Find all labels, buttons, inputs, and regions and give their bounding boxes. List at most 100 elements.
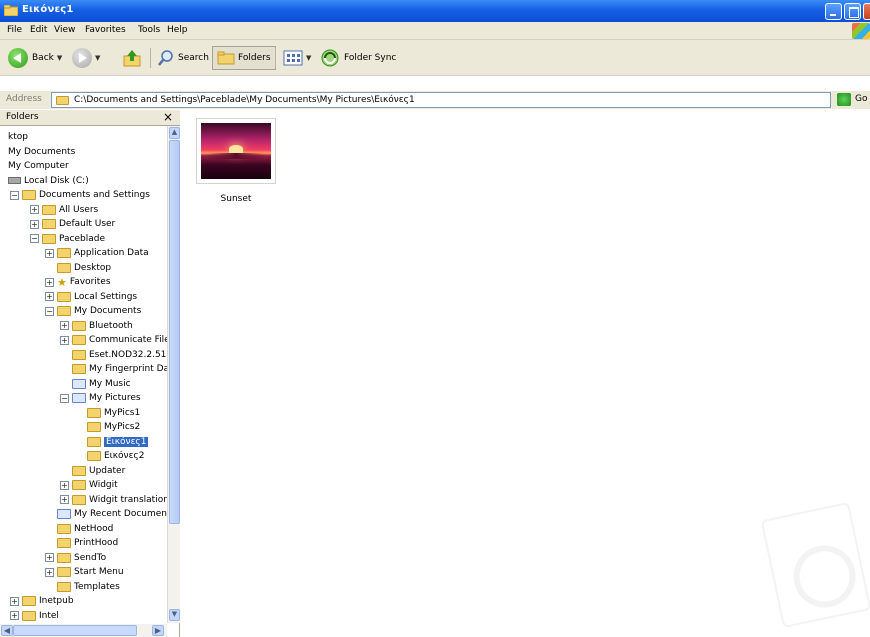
- menu-help[interactable]: Help: [167, 25, 188, 35]
- tree-node[interactable]: My Fingerprint Da: [60, 362, 167, 376]
- tree-node[interactable]: + SendTo: [45, 551, 106, 565]
- address-label: Address: [6, 94, 42, 104]
- minimize-button[interactable]: [825, 3, 842, 20]
- tree-node[interactable]: My Documents: [8, 145, 75, 159]
- back-button[interactable]: Back ▼: [8, 46, 62, 70]
- tree-node[interactable]: + Start Menu: [45, 565, 124, 579]
- tree-node[interactable]: + Widgit: [60, 478, 118, 492]
- tree-node[interactable]: My Music: [60, 377, 131, 391]
- expand-icon[interactable]: +: [60, 321, 69, 330]
- tree-node[interactable]: ktop: [8, 130, 28, 144]
- close-pane-icon[interactable]: ×: [163, 110, 173, 124]
- scroll-right-arrow[interactable]: ▶: [152, 625, 164, 636]
- expand-icon[interactable]: +: [60, 480, 69, 490]
- tree-node[interactable]: PrintHood: [45, 536, 118, 550]
- expand-icon[interactable]: +: [60, 335, 69, 345]
- tree-node[interactable]: + Local Settings: [45, 290, 137, 304]
- toolbar: Back ▼ ▼ Search Folders ▼ Folder Sync: [0, 40, 870, 76]
- up-folder-button[interactable]: [122, 46, 142, 70]
- tree-node[interactable]: + Widgit translation: [60, 493, 167, 507]
- tree-node[interactable]: Desktop: [45, 261, 111, 275]
- folders-pane-header: Folders ×: [0, 110, 180, 126]
- folder-icon: [56, 96, 69, 105]
- sun-shape: [229, 145, 243, 153]
- expand-icon[interactable]: +: [60, 495, 69, 504]
- scroll-up-arrow[interactable]: ▲: [169, 127, 180, 139]
- tree-node-label: Templates: [74, 581, 120, 592]
- tree-node-label: Favorites: [69, 277, 111, 287]
- expand-icon[interactable]: +: [45, 277, 54, 287]
- close-button[interactable]: [863, 3, 870, 20]
- collapse-icon[interactable]: −: [45, 306, 54, 316]
- tree-node[interactable]: Εικόνες1: [75, 435, 149, 449]
- tree-node-label: Local Disk (C:): [24, 175, 89, 186]
- tree-node[interactable]: − Paceblade: [30, 232, 105, 246]
- tree-vertical-scrollbar[interactable]: ▲ ▼: [167, 126, 180, 623]
- tree-node[interactable]: + Default User: [30, 217, 115, 231]
- go-button-label[interactable]: Go: [855, 94, 867, 104]
- tree-node-label: Eset.NOD32.2.51: [89, 349, 167, 360]
- up-folder-icon: [123, 50, 141, 67]
- tree-node[interactable]: − Documents and Settings: [10, 188, 150, 202]
- scrollbar-thumb[interactable]: [13, 625, 137, 636]
- folder-sync-button[interactable]: Folder Sync: [320, 46, 396, 70]
- tree-node[interactable]: Updater: [60, 464, 125, 478]
- folder-sync-icon: [321, 49, 339, 67]
- collapse-icon[interactable]: −: [60, 393, 69, 403]
- expand-icon[interactable]: +: [10, 596, 19, 606]
- expand-icon[interactable]: +: [30, 205, 39, 214]
- folder-icon: [57, 552, 71, 563]
- tree-node[interactable]: + All Users: [30, 203, 98, 217]
- expand-icon[interactable]: +: [30, 219, 39, 229]
- tree-node[interactable]: Templates: [45, 580, 120, 594]
- folder-icon: [3, 4, 19, 17]
- folders-button[interactable]: Folders: [212, 46, 276, 70]
- menu-file[interactable]: File: [7, 25, 22, 35]
- address-input[interactable]: C:\Documents and Settings\Paceblade\My D…: [51, 92, 831, 108]
- tree-node-label: PrintHood: [74, 538, 119, 548]
- scrollbar-thumb[interactable]: [169, 140, 180, 524]
- expand-icon[interactable]: +: [45, 292, 54, 301]
- menu-favorites[interactable]: Favorites: [85, 25, 126, 35]
- menu-tools[interactable]: Tools: [138, 25, 160, 35]
- go-arrow-icon[interactable]: [837, 93, 851, 106]
- chevron-down-icon: ▼: [95, 54, 101, 62]
- address-bar: Address C:\Documents and Settings\Pacebl…: [0, 91, 870, 109]
- expand-icon[interactable]: +: [45, 248, 54, 258]
- tree-node[interactable]: + ★ Favorites: [45, 275, 111, 289]
- tree-node[interactable]: + Communicate File: [60, 333, 167, 347]
- expand-icon[interactable]: +: [45, 567, 54, 577]
- collapse-icon[interactable]: −: [10, 190, 19, 200]
- scroll-down-arrow[interactable]: ▼: [169, 609, 180, 621]
- menu-edit[interactable]: Edit: [30, 25, 47, 35]
- collapse-icon[interactable]: −: [30, 234, 39, 243]
- search-button[interactable]: Search: [157, 46, 209, 70]
- tree-node[interactable]: − My Pictures: [60, 391, 141, 405]
- menu-bar: File Edit View Favorites Tools Help: [0, 22, 870, 40]
- tree-horizontal-scrollbar[interactable]: ◀ ▶: [0, 624, 167, 637]
- tree-node[interactable]: My Recent Documents: [45, 507, 167, 521]
- tree-node[interactable]: NetHood: [45, 522, 113, 536]
- tree-node[interactable]: Local Disk (C:): [8, 174, 89, 188]
- favorites-star-icon: ★: [57, 275, 67, 289]
- tree-node[interactable]: My Computer: [8, 159, 69, 173]
- tree-node[interactable]: − My Documents: [45, 304, 141, 318]
- folder-icon: [42, 219, 56, 229]
- tree-node[interactable]: + Intel: [10, 609, 59, 623]
- maximize-button[interactable]: [844, 3, 861, 20]
- tree-node[interactable]: Eset.NOD32.2.51: [60, 348, 166, 362]
- scroll-left-arrow[interactable]: ◀: [1, 625, 13, 636]
- tree-node[interactable]: + Bluetooth: [60, 319, 133, 333]
- expand-icon[interactable]: +: [45, 553, 54, 562]
- tree-node[interactable]: MyPics2: [75, 420, 140, 434]
- expand-icon[interactable]: +: [10, 611, 19, 620]
- tree-node[interactable]: MyPics1: [75, 406, 140, 420]
- tree-node[interactable]: + Application Data: [45, 246, 149, 260]
- tree-node[interactable]: Εικόνες2: [75, 449, 144, 463]
- tree-node[interactable]: + Inetpub: [10, 594, 74, 608]
- views-button[interactable]: ▼: [283, 46, 311, 70]
- menu-view[interactable]: View: [54, 25, 75, 35]
- forward-button[interactable]: ▼: [72, 46, 100, 70]
- file-thumbnail-item[interactable]: Sunset: [196, 118, 276, 204]
- tree-node-label: Default User: [59, 219, 116, 229]
